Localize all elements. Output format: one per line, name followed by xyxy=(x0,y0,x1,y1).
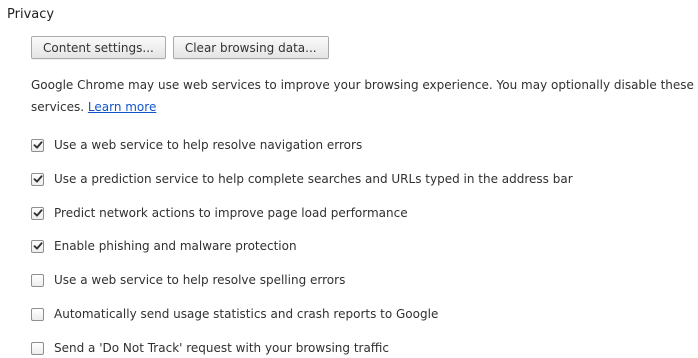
option-label: Enable phishing and malware protection xyxy=(54,239,297,253)
content-settings-button[interactable]: Content settings... xyxy=(31,36,166,59)
clear-browsing-data-button[interactable]: Clear browsing data... xyxy=(172,36,329,59)
option-phishing-protection[interactable]: Enable phishing and malware protection xyxy=(31,238,297,254)
option-label: Use a prediction service to help complet… xyxy=(54,172,573,186)
checkbox[interactable] xyxy=(31,273,44,287)
checkmark-icon xyxy=(33,141,43,149)
checkbox[interactable] xyxy=(31,307,44,321)
checkbox[interactable] xyxy=(31,239,44,253)
option-label: Use a web service to help resolve spelli… xyxy=(54,273,346,287)
option-navigation-errors[interactable]: Use a web service to help resolve naviga… xyxy=(31,137,362,153)
option-label: Use a web service to help resolve naviga… xyxy=(54,138,363,152)
checkmark-icon xyxy=(33,175,43,183)
option-label: Send a 'Do Not Track' request with your … xyxy=(54,341,390,355)
section-title: Privacy xyxy=(7,7,55,22)
option-spelling-errors[interactable]: Use a web service to help resolve spelli… xyxy=(31,272,345,288)
checkbox[interactable] xyxy=(31,138,44,152)
option-usage-statistics[interactable]: Automatically send usage statistics and … xyxy=(31,306,438,322)
option-label: Predict network actions to improve page … xyxy=(54,206,408,220)
checkmark-icon xyxy=(33,209,43,217)
checkbox[interactable] xyxy=(31,172,44,186)
checkmark-icon xyxy=(33,242,43,250)
option-do-not-track[interactable]: Send a 'Do Not Track' request with your … xyxy=(31,340,389,356)
privacy-button-row: Content settings... Clear browsing data.… xyxy=(31,36,329,59)
learn-more-link[interactable]: Learn more xyxy=(88,100,156,114)
checkbox[interactable] xyxy=(31,206,44,220)
privacy-description: Google Chrome may use web services to im… xyxy=(31,74,696,118)
option-prediction-service[interactable]: Use a prediction service to help complet… xyxy=(31,171,573,187)
checkbox[interactable] xyxy=(31,341,44,355)
option-predict-network[interactable]: Predict network actions to improve page … xyxy=(31,205,408,221)
option-label: Automatically send usage statistics and … xyxy=(54,307,439,321)
